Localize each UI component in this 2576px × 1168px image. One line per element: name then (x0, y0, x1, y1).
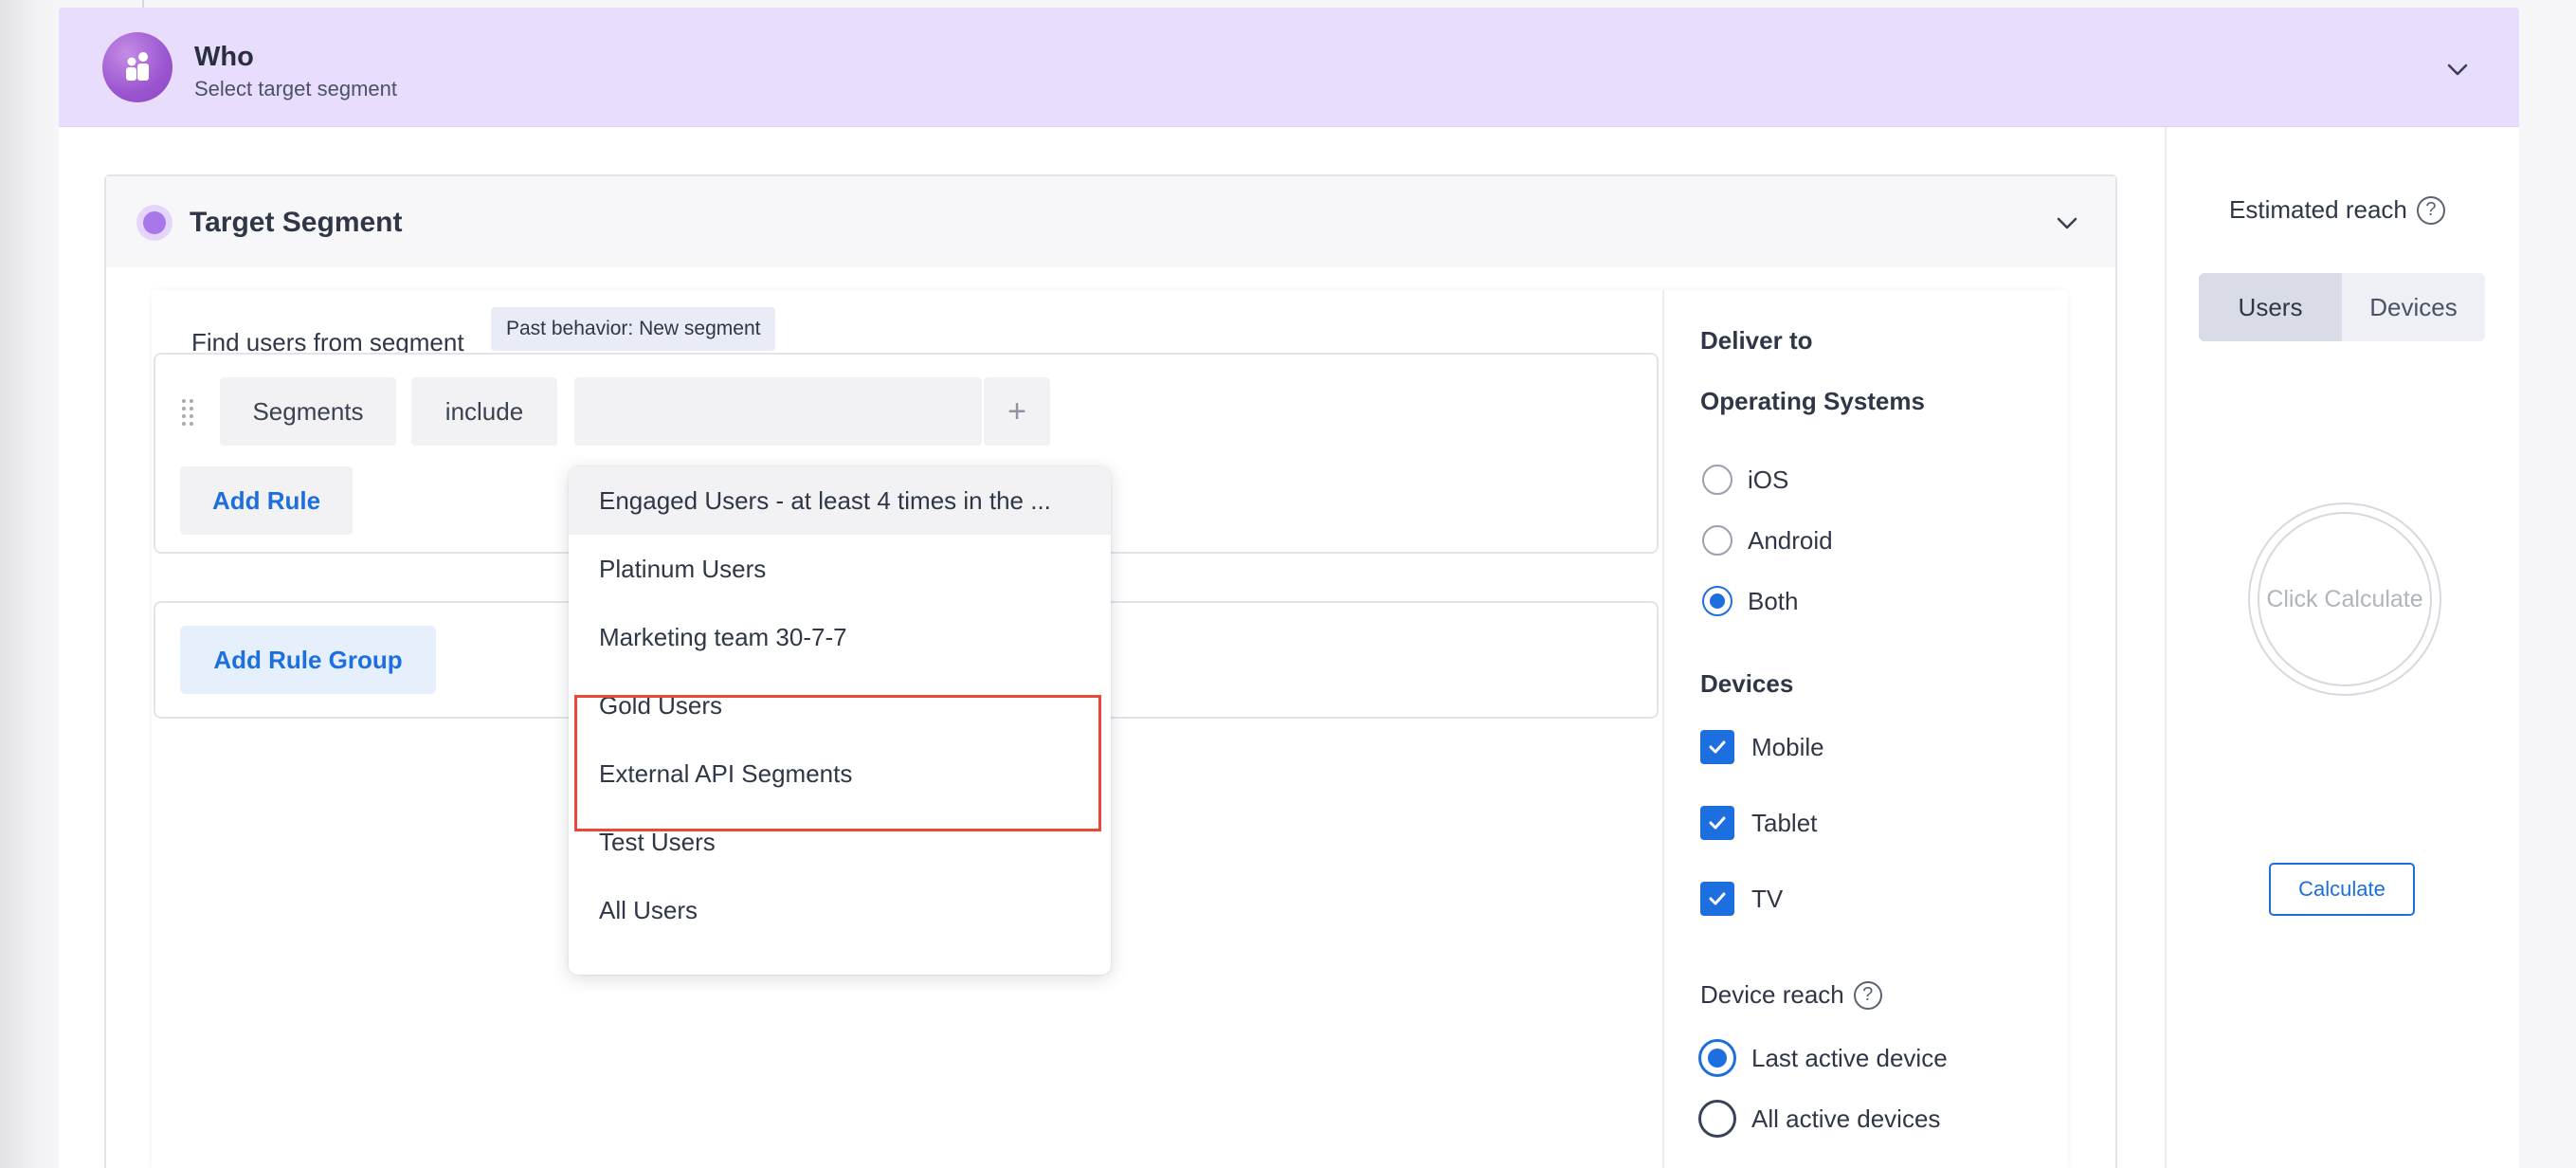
device-reach-all-active[interactable]: All active devices (1698, 1100, 1940, 1138)
rule-field-select[interactable]: Segments (220, 377, 396, 446)
estimated-reach-label: Estimated reach (2229, 195, 2407, 224)
radio-selected-icon[interactable] (1702, 586, 1732, 616)
who-section-header[interactable]: Who Select target segment (59, 8, 2519, 127)
device-option-mobile[interactable]: Mobile (1700, 730, 1824, 764)
toggle-users[interactable]: Users (2199, 273, 2342, 341)
reach-toggle: Users Devices (2199, 273, 2485, 341)
radio-icon[interactable] (1702, 465, 1732, 495)
add-rule-button[interactable]: Add Rule (180, 466, 353, 535)
device-option-label: TV (1751, 884, 1784, 913)
help-icon[interactable]: ? (2416, 195, 2445, 225)
toggle-devices[interactable]: Devices (2342, 273, 2485, 341)
os-option-android[interactable]: Android (1702, 525, 1833, 556)
device-reach-label: All active devices (1751, 1104, 1941, 1133)
users-icon (102, 32, 172, 102)
target-segment-title: Target Segment (190, 207, 403, 238)
reach-circle-text: Click Calculate (2258, 512, 2432, 686)
device-option-label: Mobile (1751, 732, 1824, 761)
dropdown-option[interactable]: Engaged Users - at least 4 times in the … (569, 466, 1111, 535)
page-left-edge (0, 0, 59, 1168)
os-option-label: Both (1748, 586, 1799, 615)
deliver-to-panel: Deliver to Operating Systems iOS Android… (1662, 290, 2068, 1168)
help-icon[interactable]: ? (1853, 980, 1882, 1010)
segment-dot-icon (136, 205, 172, 241)
device-option-label: Tablet (1751, 808, 1818, 837)
drag-handle-icon[interactable] (176, 379, 199, 446)
target-segment-header[interactable]: Target Segment (106, 176, 2115, 267)
segment-dropdown: Engaged Users - at least 4 times in the … (569, 466, 1111, 975)
estimated-reach-panel: Estimated reach ? Users Devices Click Ca… (2165, 127, 2519, 1168)
device-option-tablet[interactable]: Tablet (1700, 806, 1817, 840)
os-option-label: Android (1748, 525, 1833, 555)
os-option-both[interactable]: Both (1702, 586, 1799, 616)
dropdown-option[interactable]: External API Segments (569, 739, 1111, 808)
dropdown-option[interactable]: Platinum Users (569, 535, 1111, 603)
add-value-button[interactable]: + (984, 377, 1050, 446)
device-reach-label: Last active device (1751, 1043, 1948, 1072)
radio-icon[interactable] (1702, 525, 1732, 556)
device-reach-label: Device reach (1700, 980, 1844, 1009)
chevron-down-icon[interactable] (2445, 57, 2470, 82)
operating-systems-title: Operating Systems (1700, 387, 1925, 415)
chevron-down-icon[interactable] (2055, 210, 2079, 235)
calculate-button[interactable]: Calculate (2269, 863, 2415, 916)
devices-title: Devices (1700, 669, 1794, 698)
device-reach-last-active[interactable]: Last active device (1698, 1039, 1948, 1077)
dropdown-option[interactable]: Marketing team 30-7-7 (569, 603, 1111, 671)
target-segment-section: Target Segment Find users from segment P… (104, 174, 2117, 1168)
os-option-label: iOS (1748, 465, 1789, 494)
dropdown-option[interactable]: All Users (569, 876, 1111, 944)
who-subtitle: Select target segment (194, 77, 398, 100)
rule-operator-select[interactable]: include (411, 377, 557, 446)
device-reach-title: Device reach ? (1700, 980, 1882, 1010)
add-rule-group-button[interactable]: Add Rule Group (180, 626, 436, 694)
estimated-reach-title: Estimated reach ? (2229, 195, 2445, 225)
os-option-ios[interactable]: iOS (1702, 465, 1788, 495)
deliver-to-title: Deliver to (1700, 326, 1813, 355)
who-title: Who (194, 42, 254, 72)
checkbox-checked-icon[interactable] (1700, 882, 1734, 916)
reach-circle: Click Calculate (2248, 502, 2441, 696)
checkbox-checked-icon[interactable] (1700, 730, 1734, 764)
dropdown-option[interactable]: Gold Users (569, 671, 1111, 739)
device-option-tv[interactable]: TV (1700, 882, 1783, 916)
dropdown-option[interactable]: Test Users (569, 808, 1111, 876)
segment-tag: Past behavior: New segment (491, 307, 776, 351)
rule-value-input[interactable] (574, 377, 982, 446)
checkbox-checked-icon[interactable] (1700, 806, 1734, 840)
radio-selected-icon[interactable] (1698, 1039, 1736, 1077)
radio-icon[interactable] (1698, 1100, 1736, 1138)
